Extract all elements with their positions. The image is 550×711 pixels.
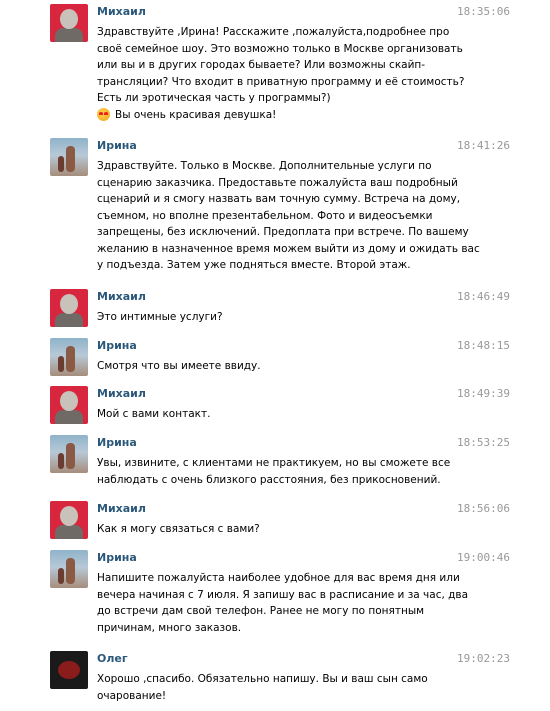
- message-text: Это интимные услуги?: [97, 309, 442, 326]
- message-text: Смотря что вы имеете ввиду.: [97, 358, 442, 375]
- message-text: Как я могу связаться с вами?: [97, 521, 442, 538]
- message-line: очарование!: [97, 689, 167, 702]
- avatar-irina[interactable]: [50, 138, 88, 176]
- avatar-mikhail[interactable]: [50, 4, 88, 42]
- avatar-oleg[interactable]: [50, 651, 88, 689]
- avatar-mikhail[interactable]: [50, 501, 88, 539]
- message-line: у подъезда. Затем уже подняться вместе. …: [97, 259, 411, 271]
- avatar-mikhail[interactable]: [50, 289, 88, 327]
- author-name[interactable]: Ирина: [97, 436, 137, 449]
- author-name[interactable]: Олег: [97, 652, 128, 665]
- message-timestamp: 18:46:49: [457, 290, 510, 303]
- author-name[interactable]: Ирина: [97, 339, 137, 352]
- author-name[interactable]: Ирина: [97, 139, 137, 152]
- message-timestamp: 18:41:26: [457, 139, 510, 152]
- message-timestamp: 19:02:23: [457, 652, 510, 665]
- message-line: своё семейное шоу. Это возможно только в…: [97, 42, 463, 55]
- message-line: Как я могу связаться с вами?: [97, 523, 260, 535]
- avatar-irina[interactable]: [50, 338, 88, 376]
- message-line: желанию в назначенное время можем выйти …: [97, 242, 480, 255]
- heart-eyes-emoji-icon: [97, 108, 110, 122]
- message-line: сценарий и я смогу назвать вам точную су…: [97, 193, 461, 205]
- message-line: Здравствуйте ,Ирина! Расскажите ,пожалуй…: [97, 26, 450, 38]
- message-text: Здравствуйте. Только в Москве. Дополните…: [97, 158, 480, 274]
- message-line: запрещены, без исключений. Предоплата пр…: [97, 226, 469, 238]
- author-name[interactable]: Ирина: [97, 551, 137, 564]
- message-timestamp: 18:35:06: [457, 5, 510, 18]
- message-timestamp: 18:53:25: [457, 436, 510, 449]
- message-text: Увы, извините, с клиентами не практикуем…: [97, 455, 451, 488]
- message-line: Здравствуйте. Только в Москве. Дополните…: [97, 160, 432, 172]
- author-name[interactable]: Михаил: [97, 502, 146, 515]
- message-timestamp: 18:56:06: [457, 502, 510, 515]
- message-line: Увы, извините, с клиентами не практикуем…: [97, 457, 451, 469]
- avatar-irina[interactable]: [50, 550, 88, 588]
- message-line: Есть ли эротическая часть у программы?): [97, 92, 331, 104]
- message-text: Здравствуйте ,Ирина! Расскажите ,пожалуй…: [97, 24, 465, 124]
- message-timestamp: 19:00:46: [457, 551, 510, 564]
- avatar-mikhail[interactable]: [50, 386, 88, 424]
- message-line: съемном, но вполне презентабельном. Фото…: [97, 209, 433, 222]
- message-line: Смотря что вы имеете ввиду.: [97, 360, 261, 372]
- message-timestamp: 18:48:15: [457, 339, 510, 352]
- message-text: Напишите пожалуйста наиболее удобное для…: [97, 570, 469, 636]
- message-timestamp: 18:49:39: [457, 387, 510, 400]
- message-line: причинам, много заказов.: [97, 621, 242, 634]
- message-line: Мой с вами контакт.: [97, 408, 211, 420]
- message-line: или вы и в других городах бываете? Или в…: [97, 59, 426, 71]
- message-line: Напишите пожалуйста наиболее удобное для…: [97, 572, 460, 584]
- message-line: до встречи дам свой телефон. Ранее не мо…: [97, 605, 425, 617]
- message-line: трансляции? Что входит в приватную прогр…: [97, 75, 465, 88]
- message-line: Вы очень красивая девушка!: [97, 107, 442, 124]
- message-line-text: Вы очень красивая девушка!: [115, 108, 277, 121]
- message-line: Это интимные услуги?: [97, 311, 223, 323]
- author-name[interactable]: Михаил: [97, 5, 146, 18]
- message-line: сценарию заказчика. Предоставьте пожалуй…: [97, 176, 458, 189]
- author-name[interactable]: Михаил: [97, 290, 146, 303]
- message-text: Мой с вами контакт.: [97, 406, 442, 423]
- message-text: Хорошо ,спасибо. Обязательно напишу. Вы …: [97, 671, 442, 704]
- message-line: вечера начиная с 7 июля. Я запишу вас в …: [97, 588, 469, 601]
- message-line: Хорошо ,спасибо. Обязательно напишу. Вы …: [97, 673, 428, 685]
- avatar-irina[interactable]: [50, 435, 88, 473]
- message-line: наблюдать с очень близкого расстояния, б…: [97, 473, 441, 486]
- author-name[interactable]: Михаил: [97, 387, 146, 400]
